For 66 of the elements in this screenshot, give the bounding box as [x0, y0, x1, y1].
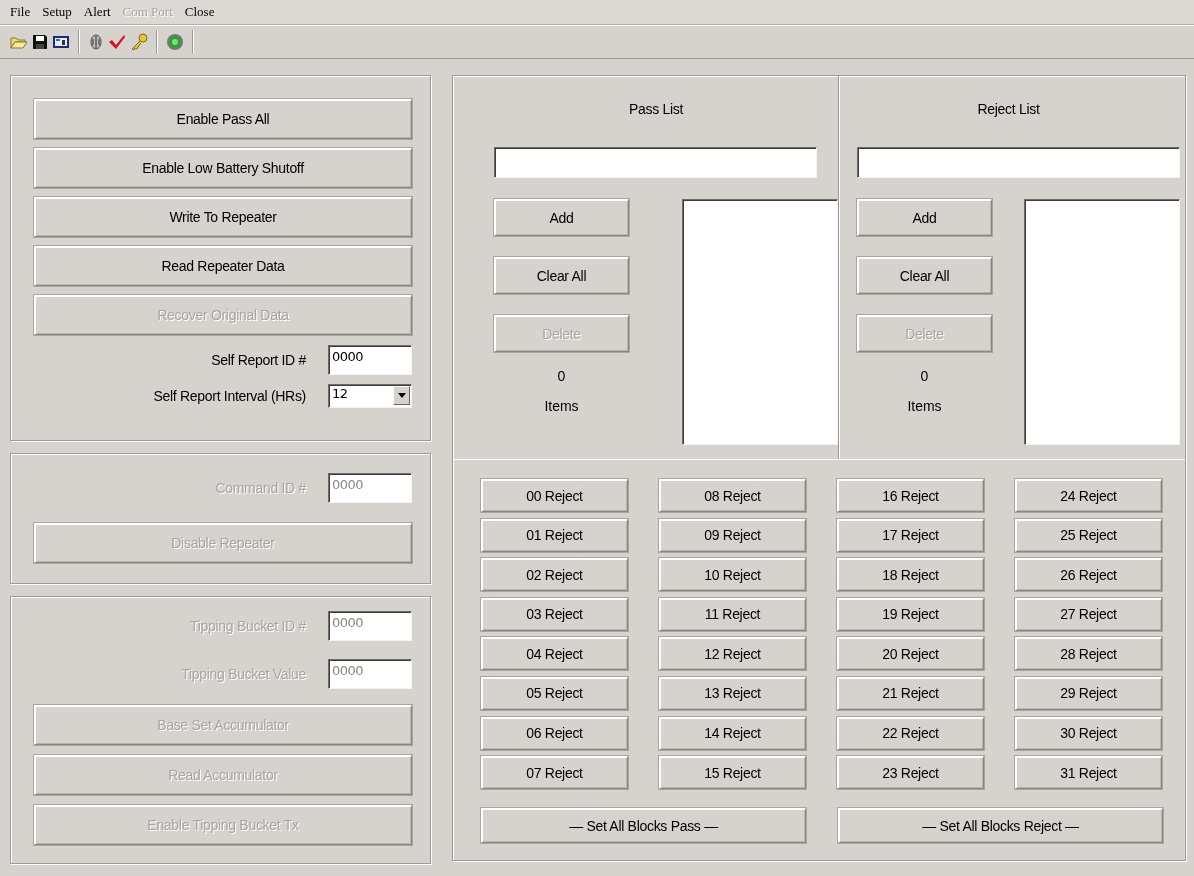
checkmark-icon[interactable]: [108, 34, 126, 50]
block-button[interactable]: 27 Reject: [1015, 597, 1162, 631]
item-count: 0: [556, 368, 567, 384]
block-button[interactable]: 23 Reject: [837, 756, 984, 790]
action-button[interactable]: Enable Pass All: [34, 99, 412, 139]
block-button[interactable]: 03 Reject: [481, 597, 628, 631]
key-icon[interactable]: [130, 33, 148, 51]
block-button[interactable]: 02 Reject: [481, 558, 628, 592]
input-field[interactable]: [857, 147, 1180, 178]
block-button[interactable]: 21 Reject: [837, 676, 984, 710]
set-all-button[interactable]: — Set All Blocks Pass —: [481, 808, 806, 844]
block-button[interactable]: 07 Reject: [481, 756, 628, 790]
interval-dropdown[interactable]: 12: [328, 384, 412, 408]
menu-item[interactable]: Setup: [36, 4, 78, 20]
input-field[interactable]: [494, 147, 817, 178]
block-button[interactable]: 16 Reject: [837, 479, 984, 512]
block-button[interactable]: 25 Reject: [1015, 518, 1162, 552]
item-count: 0: [919, 368, 930, 384]
list-box[interactable]: [1024, 199, 1180, 445]
block-button[interactable]: 31 Reject: [1015, 756, 1162, 790]
block-button[interactable]: 19 Reject: [837, 597, 984, 631]
field-label: Self Report Interval (HRs): [153, 388, 306, 404]
caret-icon[interactable]: [397, 393, 406, 398]
block-button[interactable]: 28 Reject: [1015, 637, 1162, 671]
menu-item[interactable]: Close: [178, 4, 221, 20]
monitor-icon[interactable]: [52, 34, 70, 50]
save-icon[interactable]: [32, 34, 48, 50]
menu-item[interactable]: File: [4, 4, 37, 20]
block-button[interactable]: 01 Reject: [481, 518, 628, 552]
block-button[interactable]: 09 Reject: [659, 518, 806, 552]
block-button[interactable]: 22 Reject: [837, 716, 984, 750]
block-button[interactable]: 15 Reject: [659, 756, 806, 790]
action-button[interactable]: Write To Repeater: [34, 197, 412, 237]
list-box[interactable]: [682, 199, 838, 445]
list-title: Reject List: [976, 100, 1041, 119]
list-button[interactable]: Clear All: [494, 257, 629, 294]
set-all-button[interactable]: — Set All Blocks Reject —: [838, 808, 1163, 844]
list-button[interactable]: Clear All: [857, 257, 992, 294]
block-button[interactable]: 13 Reject: [659, 676, 806, 710]
block-button[interactable]: 04 Reject: [481, 637, 628, 671]
block-button[interactable]: 06 Reject: [481, 716, 628, 750]
list-button[interactable]: Add: [857, 199, 992, 236]
block-button[interactable]: 18 Reject: [837, 558, 984, 592]
block-button[interactable]: 20 Reject: [837, 637, 984, 671]
items-label: Items: [543, 398, 580, 414]
block-button[interactable]: 12 Reject: [659, 637, 806, 671]
block-button[interactable]: 30 Reject: [1015, 716, 1162, 750]
action-button[interactable]: Enable Low Battery Shutoff: [34, 148, 412, 188]
block-button[interactable]: 17 Reject: [837, 518, 984, 552]
block-button[interactable]: 14 Reject: [659, 716, 806, 750]
items-label: Items: [906, 398, 943, 414]
block-button[interactable]: 11 Reject: [659, 597, 806, 631]
menu-item[interactable]: Alert: [77, 4, 117, 20]
block-button[interactable]: 26 Reject: [1015, 558, 1162, 592]
list-button[interactable]: Add: [494, 199, 629, 236]
status-light-icon[interactable]: [166, 33, 184, 51]
block-button[interactable]: 24 Reject: [1015, 479, 1162, 512]
action-button[interactable]: Read Repeater Data: [34, 246, 412, 286]
block-button[interactable]: 00 Reject: [481, 479, 628, 512]
block-button[interactable]: 10 Reject: [659, 558, 806, 592]
block-button[interactable]: 29 Reject: [1015, 676, 1162, 710]
list-title: Pass List: [627, 100, 685, 119]
block-button[interactable]: 08 Reject: [659, 479, 806, 512]
input-field[interactable]: 0000: [328, 345, 412, 375]
block-button[interactable]: 05 Reject: [481, 676, 628, 710]
field-label: Self Report ID #: [211, 352, 306, 368]
